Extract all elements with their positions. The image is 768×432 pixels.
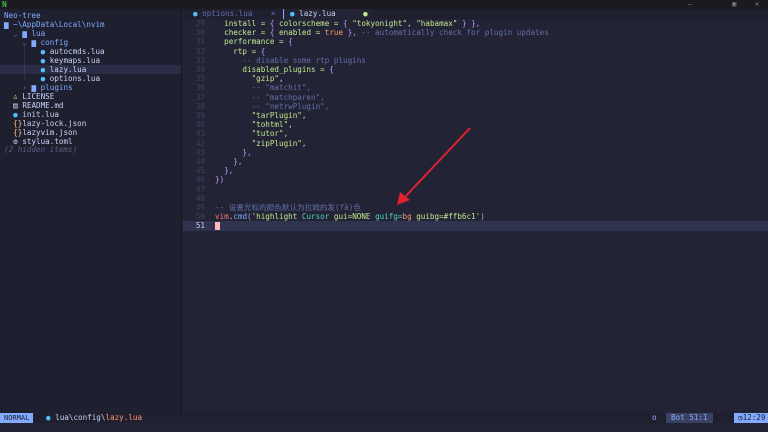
scroll-position: Bot 51:1: [666, 413, 713, 423]
annotation-arrow: [397, 127, 471, 205]
arrow-shaft: [403, 127, 471, 199]
position-label: Bot: [671, 413, 685, 422]
clock: ◷12:29: [734, 413, 768, 423]
file-dir: lua\config\: [55, 413, 106, 422]
clock-time: 12:29: [742, 413, 766, 422]
command-line[interactable]: [0, 423, 768, 432]
status-line: NORMAL ● lua\config\lazy.lua o Bot 51:1 …: [0, 413, 768, 423]
mode-indicator: NORMAL: [0, 413, 34, 423]
file-name: lazy.lua: [105, 413, 143, 422]
file-path: ● lua\config\lazy.lua: [46, 413, 142, 423]
status-indicator: o: [652, 413, 657, 422]
cursor-position: 51:1: [689, 413, 708, 422]
lua-file-icon: ●: [46, 413, 56, 422]
